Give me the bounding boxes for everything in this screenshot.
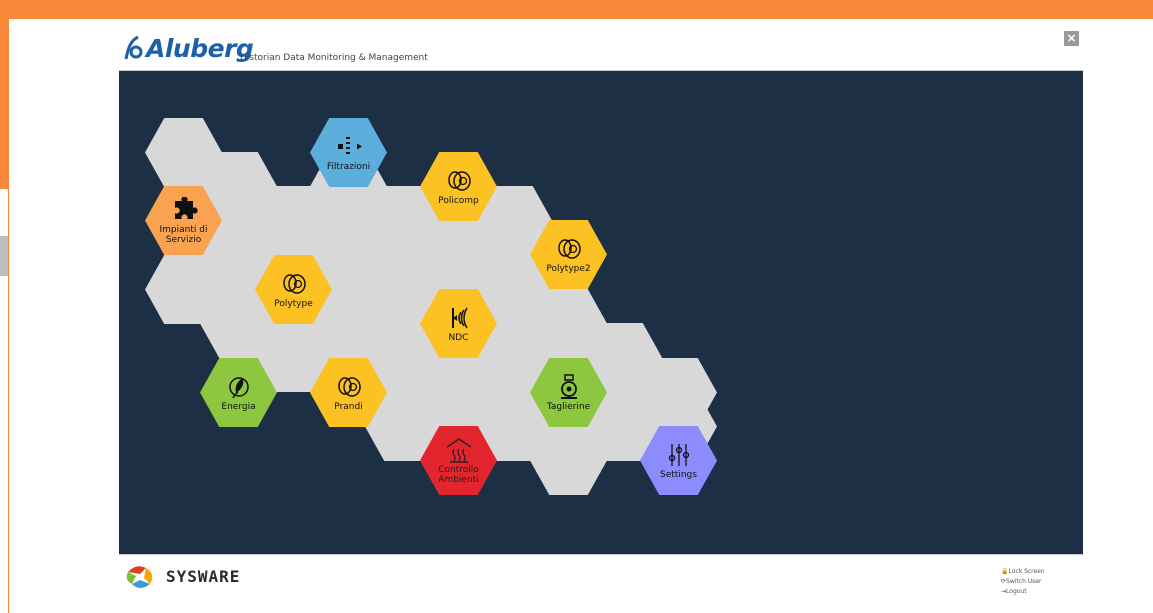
left-gray-tab <box>0 236 8 276</box>
sysware-logo-mark-icon <box>126 566 153 588</box>
lock-screen-link[interactable]: 🔒Lock Screen <box>1001 567 1045 577</box>
tile-label: Policomp <box>438 195 479 206</box>
aluberg-logo-mark-icon <box>124 35 143 60</box>
heating-icon <box>446 437 471 463</box>
tile-label: Polytype <box>274 298 313 309</box>
tile-label: Polytype2 <box>546 263 591 274</box>
aluberg-logo: Aluberg <box>124 28 254 68</box>
tile-label: Filtrazioni <box>326 161 371 172</box>
left-accent-band <box>0 19 9 189</box>
app-subtitle: Historian Data Monitoring & Management <box>240 53 428 63</box>
app-footer: SYSWARE 🔒Lock Screen ⟳Switch User ⇥Logou… <box>119 554 1083 599</box>
leaf-icon <box>228 376 249 398</box>
coil-icon <box>337 376 361 397</box>
logo-text: Aluberg <box>146 33 254 63</box>
sysware-logo: SYSWARE <box>124 562 240 590</box>
tile-label: Settings <box>660 469 697 480</box>
hex-dashboard: Impianti di Servizio Filtrazioni Policom… <box>119 71 1083 554</box>
user-menu: 🔒Lock Screen ⟳Switch User ⇥Logout <box>1001 567 1045 597</box>
app-window: Aluberg Historian Data Monitoring & Mana… <box>119 26 1083 599</box>
top-accent-band <box>0 0 1153 19</box>
puzzle-icon <box>174 196 198 219</box>
sliders-icon <box>668 443 689 466</box>
left-accent-line <box>8 189 9 613</box>
tile-label: Controllo Ambienti <box>438 464 479 485</box>
ndc-icon <box>451 307 468 328</box>
slitter-icon <box>560 373 577 399</box>
sysware-brand-text: SYSWARE <box>166 566 241 586</box>
coil-icon <box>282 273 306 294</box>
logout-link[interactable]: ⇥Logout <box>1001 587 1045 597</box>
filter-icon <box>337 136 362 154</box>
tile-label: Energia <box>221 401 256 412</box>
close-icon: × <box>1066 31 1077 45</box>
switch-user-link[interactable]: ⟳Switch User <box>1001 577 1045 587</box>
close-button[interactable]: × <box>1064 31 1079 46</box>
tile-label: Taglierine <box>546 401 591 412</box>
coil-icon <box>447 170 471 191</box>
coil-icon <box>557 238 581 259</box>
app-header: Aluberg Historian Data Monitoring & Mana… <box>119 26 1083 71</box>
tile-label: NDC <box>448 332 469 343</box>
tile-label: Impianti di Servizio <box>159 224 208 245</box>
tile-label: Prandi <box>334 401 363 412</box>
